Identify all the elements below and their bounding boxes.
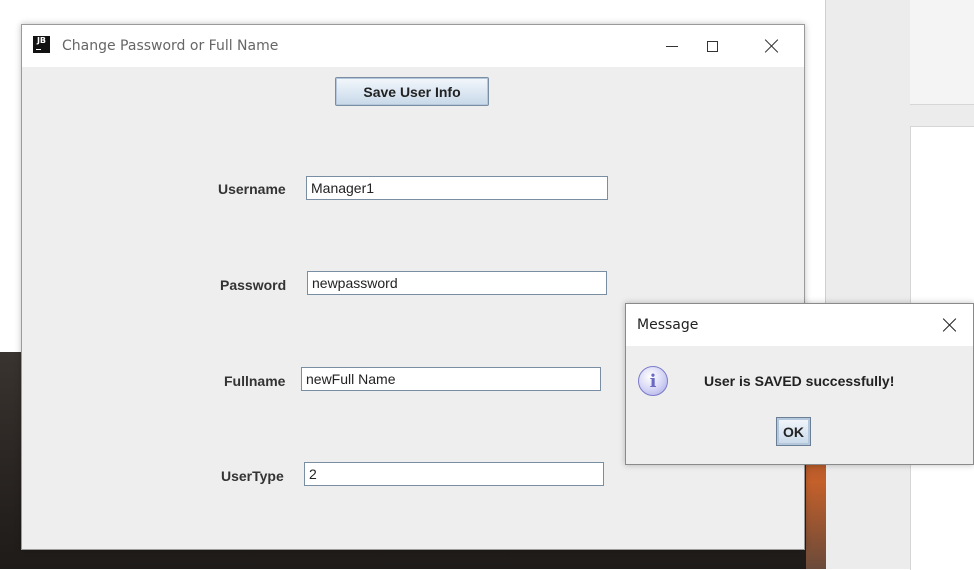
save-user-info-button[interactable]: Save User Info (335, 77, 489, 106)
password-field[interactable]: newpassword (307, 271, 607, 295)
java-app-icon: JB (33, 36, 50, 53)
maximize-icon (706, 40, 718, 52)
dialog-titlebar[interactable]: Message (626, 304, 973, 346)
password-label: Password (220, 277, 287, 293)
info-icon: i (638, 366, 668, 396)
dialog-message: User is SAVED successfully! (704, 373, 895, 389)
close-button[interactable] (750, 29, 794, 63)
background-panel-top (910, 0, 974, 105)
minimize-button[interactable] (650, 29, 694, 63)
username-field[interactable]: Manager1 (306, 176, 608, 200)
minimize-icon (666, 45, 678, 47)
maximize-button[interactable] (690, 29, 734, 63)
window-title: Change Password or Full Name (62, 38, 279, 54)
usertype-field[interactable]: 2 (304, 462, 604, 486)
change-user-window: JB Change Password or Full Name Save Use… (21, 24, 805, 550)
dialog-title: Message (637, 317, 699, 333)
ok-button[interactable]: OK (776, 417, 811, 446)
window-titlebar[interactable]: JB Change Password or Full Name (22, 25, 804, 67)
usertype-label: UserType (221, 468, 284, 484)
fullname-field[interactable]: newFull Name (301, 367, 601, 391)
dialog-close-icon[interactable] (942, 317, 958, 333)
username-label: Username (218, 181, 286, 197)
message-dialog: Message i User is SAVED successfully! OK (625, 303, 974, 465)
fullname-label: Fullname (224, 373, 286, 389)
close-icon (765, 39, 779, 53)
